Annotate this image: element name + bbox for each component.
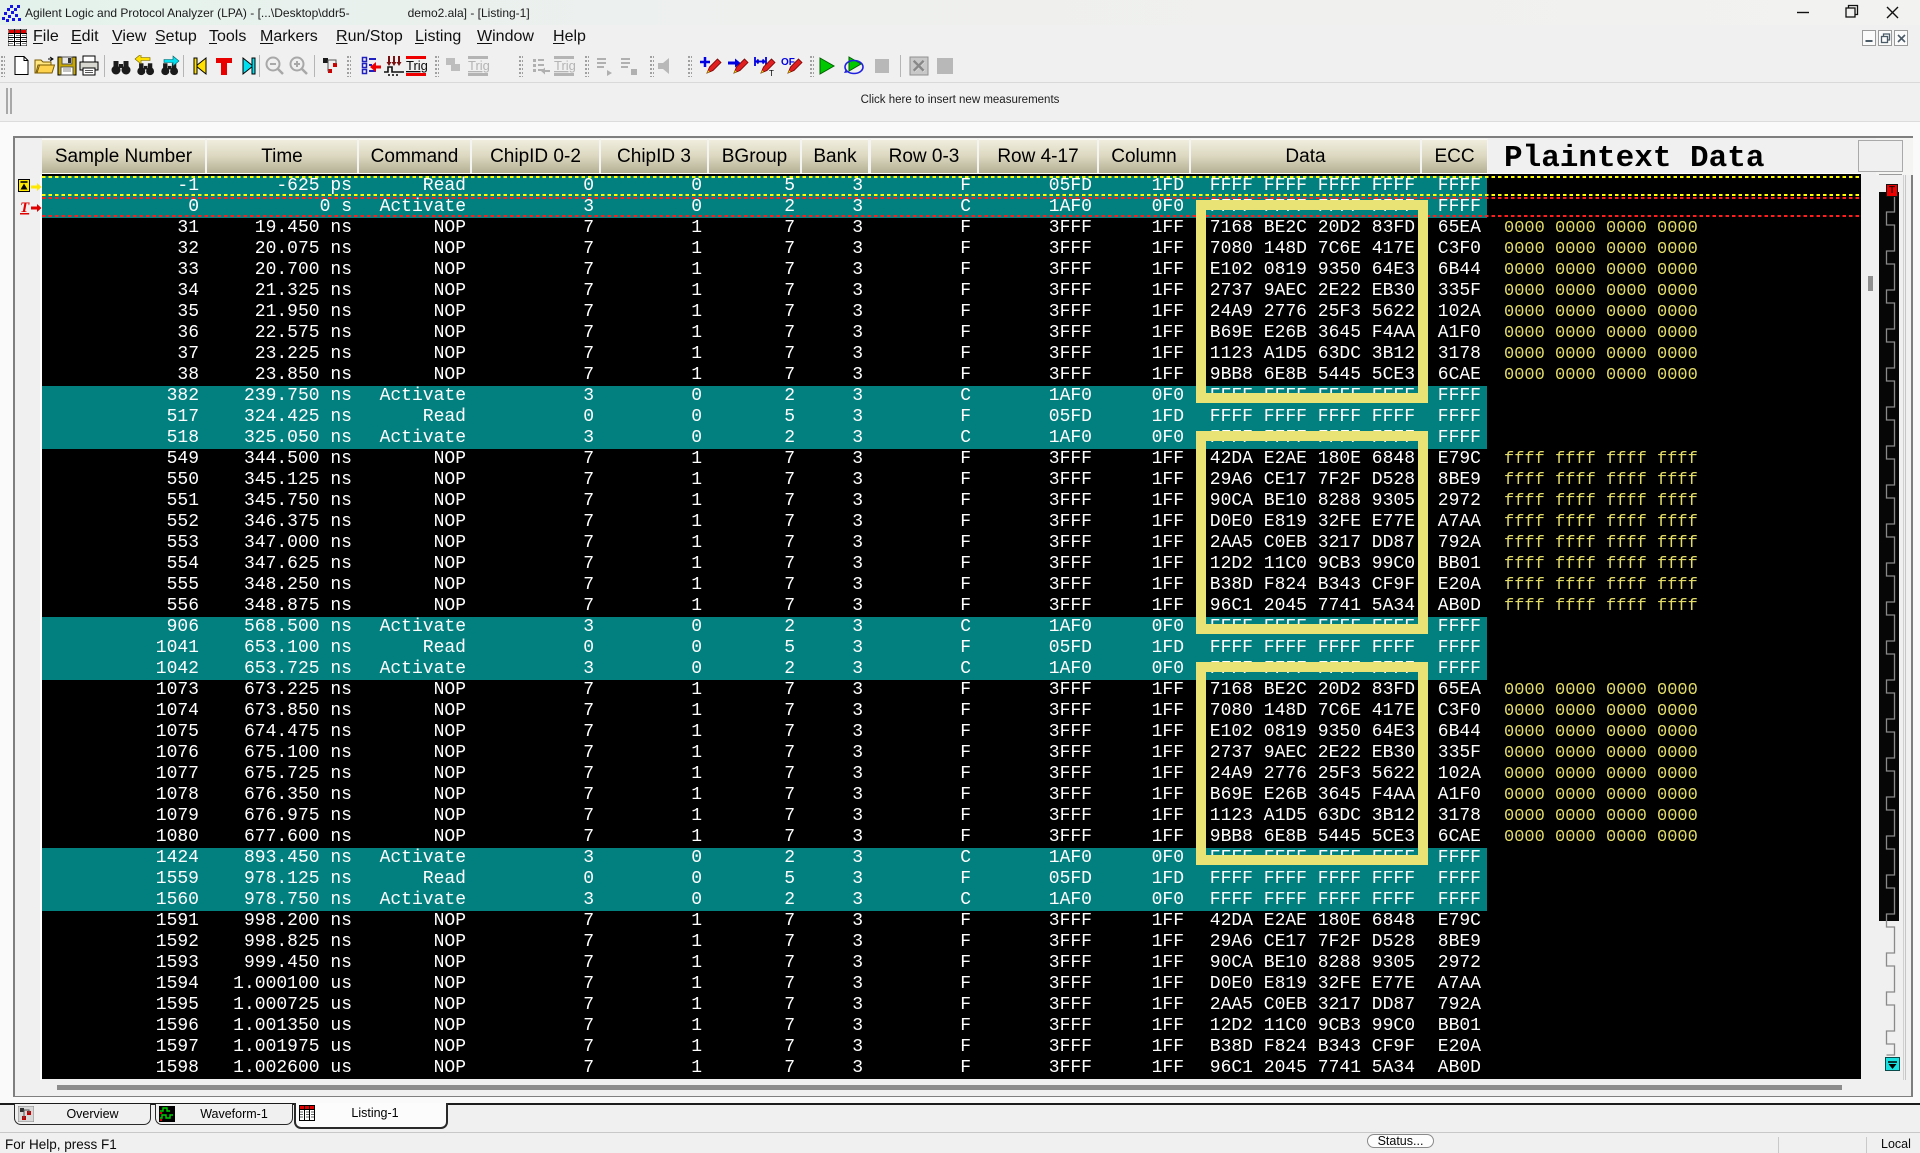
svg-text:Trig: Trig [468,58,489,73]
svg-text:T: T [769,69,774,77]
svg-text:T: T [20,200,30,216]
svg-text:Trig: Trig [406,58,427,73]
svg-text:Trig: Trig [554,58,575,73]
